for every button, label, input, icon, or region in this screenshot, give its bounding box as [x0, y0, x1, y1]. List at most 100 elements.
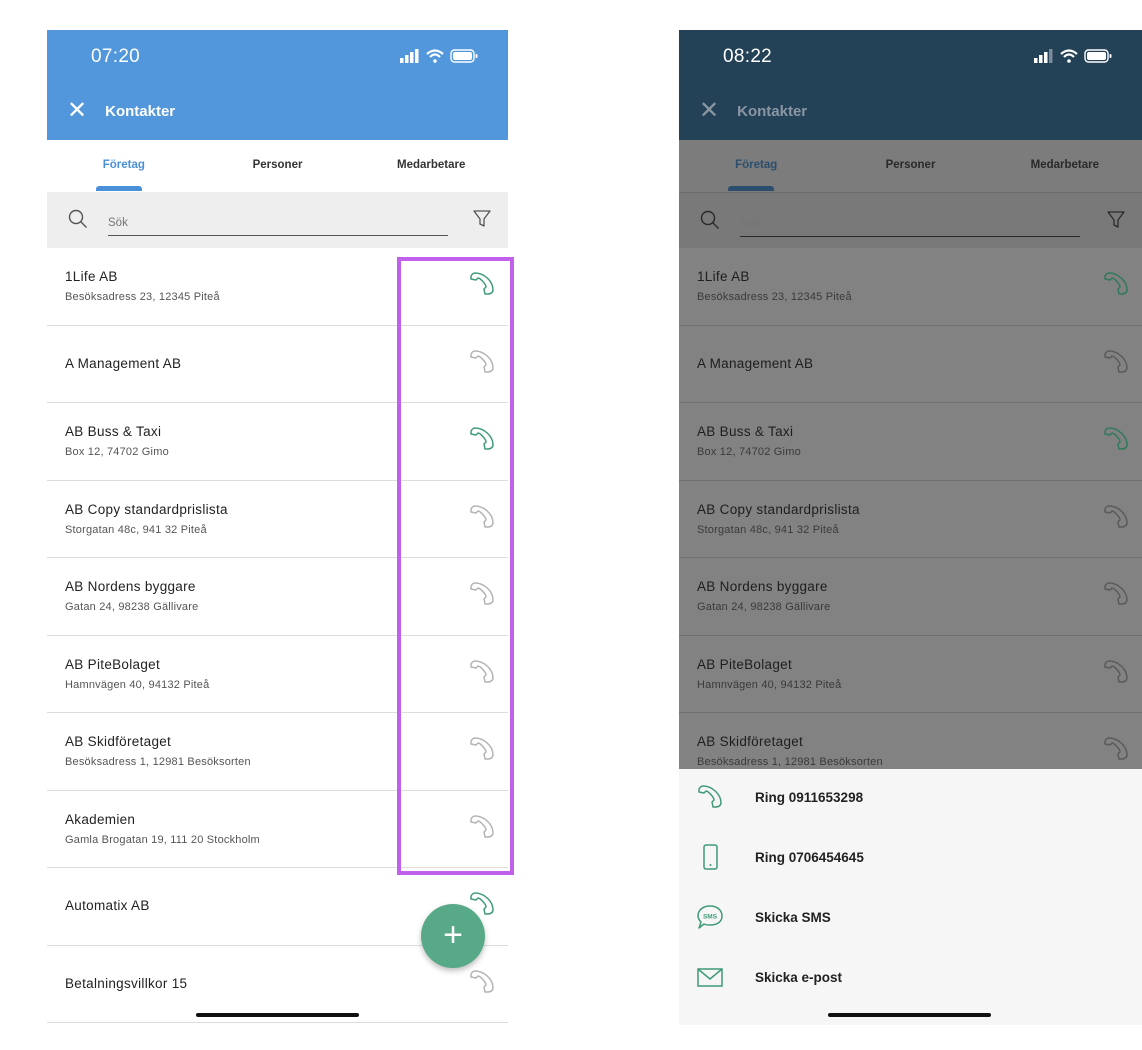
call-phone-icon[interactable] — [1102, 735, 1130, 763]
contact-address: Box 12, 74702 Gimo — [65, 446, 169, 458]
contact-name: AB Nordens byggare — [65, 579, 196, 594]
contact-name: AB PiteBolaget — [697, 656, 793, 672]
contact-name: A Management AB — [697, 355, 814, 371]
signal-icon — [1034, 49, 1053, 63]
battery-icon — [450, 49, 478, 63]
contact-name: 1Life AB — [65, 269, 118, 284]
contact-address: Gamla Brogatan 19, 111 20 Stockholm — [65, 833, 260, 846]
home-indicator — [196, 1013, 359, 1017]
call-mobile-option[interactable]: Ring 0706454645 — [679, 829, 1142, 889]
contact-name: Betalningsvillkor 15 — [65, 975, 188, 991]
contact-name: AB Nordens byggare — [697, 579, 828, 594]
status-icons — [400, 49, 478, 63]
contact-address: Gatan 24, 98238 Gällivare — [65, 601, 199, 613]
call-phone-icon[interactable] — [1102, 658, 1130, 686]
sheet-action-label: Skicka e-post — [755, 970, 843, 985]
contact-name: AB Copy standardprislista — [697, 501, 860, 517]
tab-foretag[interactable]: Företag — [679, 140, 833, 192]
call-phone-icon[interactable] — [1102, 270, 1130, 298]
contact-address: Hamnvägen 40, 94132 Piteå — [65, 678, 210, 691]
search-icon — [68, 209, 87, 228]
phone-column-highlight — [397, 257, 514, 875]
tab-bar: Företag Personer Medarbetare — [679, 140, 1142, 192]
contact-name: Akademien — [65, 811, 136, 827]
sheet-action-label: Ring 0706454645 — [755, 850, 864, 865]
contact-name: AB Copy standardprislista — [65, 501, 228, 517]
action-sheet: Ring 0911653298 Ring 0706454645 SMS Skic… — [679, 769, 1142, 1025]
contact-name: 1Life AB — [697, 269, 750, 284]
sheet-action-label: Ring 0911653298 — [755, 790, 864, 805]
phone-icon — [698, 785, 722, 808]
send-sms-option[interactable]: SMS Skicka SMS — [679, 889, 1142, 949]
contact-address: Hamnvägen 40, 94132 Piteå — [697, 678, 842, 691]
search-input[interactable] — [740, 212, 1080, 237]
search-bar — [47, 192, 508, 248]
status-icons — [1034, 49, 1112, 63]
send-email-option[interactable]: Skicka e-post — [679, 949, 1142, 1009]
contact-row[interactable]: A Management AB — [679, 326, 1142, 403]
contact-row[interactable]: AB Buss & Taxi Box 12, 74702 Gimo — [679, 403, 1142, 481]
tab-medarbetare[interactable]: Medarbetare — [988, 140, 1142, 192]
contact-row[interactable]: AB Nordens byggare Gatan 24, 98238 Gälliv… — [679, 558, 1142, 636]
tab-label: Personer — [252, 159, 303, 171]
call-landline-option[interactable]: Ring 0911653298 — [679, 769, 1142, 829]
call-phone-icon[interactable] — [468, 968, 496, 996]
wifi-icon — [1060, 49, 1078, 63]
search-icon — [700, 210, 719, 229]
filter-icon[interactable] — [473, 210, 491, 228]
close-icon[interactable]: ✕ — [699, 99, 719, 123]
tab-active-indicator — [96, 186, 142, 191]
tab-bar: Företag Personer Medarbetare — [47, 140, 508, 192]
contact-name: AB Buss & Taxi — [65, 424, 162, 439]
wifi-icon — [426, 49, 444, 63]
search-bar — [679, 192, 1142, 249]
filter-icon[interactable] — [1107, 211, 1125, 229]
home-indicator — [828, 1013, 991, 1017]
sheet-action-label: Skicka SMS — [755, 910, 831, 925]
tab-label: Medarbetare — [1030, 159, 1100, 171]
contact-row[interactable]: AB Copy standardprislista Storgatan 48c, … — [679, 481, 1142, 558]
svg-text:SMS: SMS — [703, 914, 718, 921]
close-icon[interactable]: ✕ — [67, 99, 87, 123]
app-header: 08:22 ✕ Kontakter — [679, 30, 1142, 140]
page-title: Kontakter — [737, 102, 808, 120]
contact-name: AB Skidföretaget — [65, 734, 172, 749]
contact-list: 1Life AB Besöksadress 23, 12345 Piteå A Ma… — [679, 248, 1142, 791]
call-phone-icon[interactable] — [1102, 348, 1130, 376]
tab-active-indicator — [728, 186, 774, 191]
tab-foretag[interactable]: Företag — [47, 140, 201, 192]
tab-label: Företag — [735, 159, 778, 171]
search-input[interactable] — [108, 211, 448, 236]
contact-name: AB Buss & Taxi — [697, 424, 794, 439]
contact-address: Besöksadress 23, 12345 Piteå — [65, 291, 220, 303]
battery-icon — [1084, 49, 1112, 63]
sms-icon: SMS — [697, 905, 723, 929]
contact-name: AB PiteBolaget — [65, 656, 161, 672]
contact-address: Box 12, 74702 Gimo — [697, 446, 801, 458]
add-contact-button[interactable]: + — [421, 904, 485, 968]
status-time: 07:20 — [91, 46, 141, 67]
contact-address: Besöksadress 1, 12981 Besöksorten — [65, 756, 251, 768]
status-time: 08:22 — [723, 46, 773, 67]
contact-address: Besöksadress 23, 12345 Piteå — [697, 291, 852, 303]
app-header: 07:20 ✕ Kontakter — [47, 30, 508, 140]
contact-address: Gatan 24, 98238 Gällivare — [697, 601, 831, 613]
contact-address: Storgatan 48c, 941 32 Piteå — [697, 523, 839, 536]
tab-personer[interactable]: Personer — [201, 140, 355, 192]
phone-screen-right: 08:22 ✕ Kontakter Företag Personer Medar… — [679, 30, 1142, 1025]
page-title: Kontakter — [105, 102, 176, 120]
contact-address: Storgatan 48c, 941 32 Piteå — [65, 523, 207, 536]
mobile-icon — [703, 844, 718, 870]
tab-medarbetare[interactable]: Medarbetare — [354, 140, 508, 192]
tab-personer[interactable]: Personer — [833, 140, 987, 192]
tab-label: Personer — [885, 159, 936, 171]
tab-label: Företag — [102, 159, 145, 171]
call-phone-icon[interactable] — [1102, 503, 1130, 531]
call-phone-icon[interactable] — [1102, 580, 1130, 608]
mail-icon — [697, 968, 723, 987]
signal-icon — [400, 49, 419, 63]
contact-row[interactable]: AB PiteBolaget Hamnvägen 40, 94132 Piteå — [679, 636, 1142, 713]
contact-name: A Management AB — [65, 355, 182, 371]
contact-row[interactable]: 1Life AB Besöksadress 23, 12345 Piteå — [679, 248, 1142, 326]
call-phone-icon[interactable] — [1102, 425, 1130, 453]
